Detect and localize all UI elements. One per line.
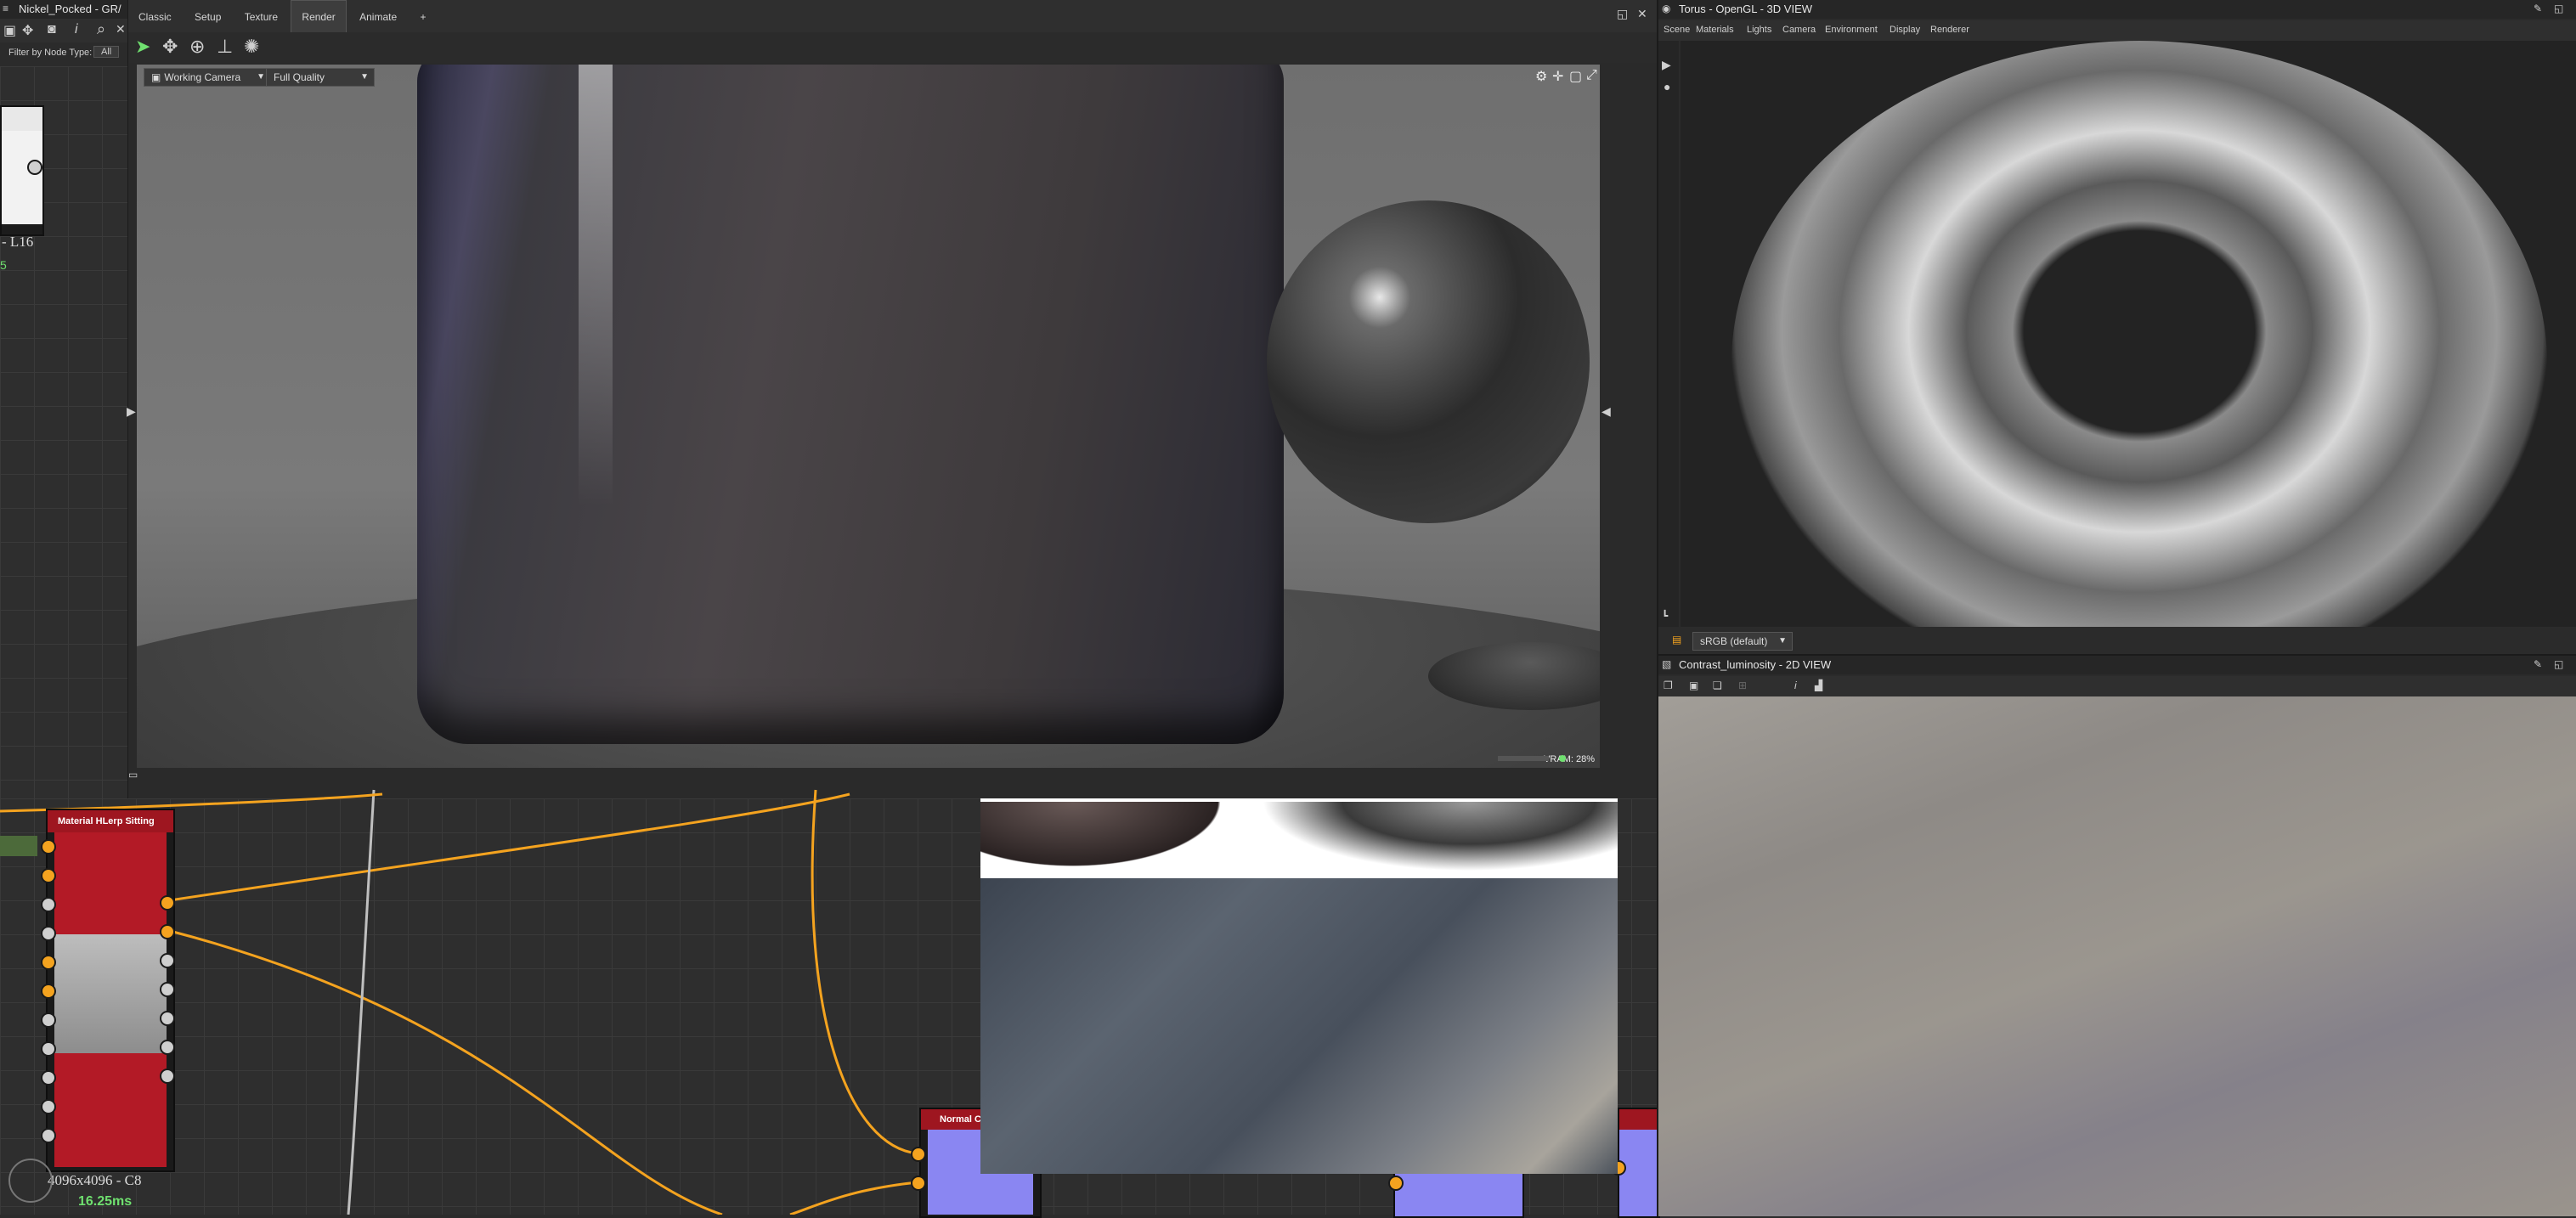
input-port[interactable] [1388,1176,1404,1191]
node-header: Material HLerp Sitting [48,810,173,832]
view3d-canvas[interactable] [1681,41,2576,627]
normal-node-2[interactable] [1393,1172,1524,1218]
view3d-titlebar: ◉ Torus - OpenGL - 3D VIEW ✎ ◱ [1658,0,2576,19]
colorspace-select[interactable]: sRGB (default) ▼ [1692,632,1793,651]
save-icon[interactable]: ▣ [1689,679,1698,691]
input-port[interactable] [41,984,56,999]
maximize-icon[interactable]: ◱ [2554,3,2563,14]
input-port[interactable] [41,1012,56,1028]
output-port[interactable] [160,953,175,968]
view3d-menu-environment[interactable]: Environment [1825,25,1878,35]
view3d-menu-display[interactable]: Display [1890,25,1920,35]
torus-model [1731,41,2547,627]
input-port[interactable] [41,1041,56,1057]
input-port[interactable] [41,1128,56,1143]
view3d-menu-renderer[interactable]: Renderer [1930,25,1969,35]
normal-node-title: Normal C [940,1114,981,1125]
material-hlerp-node[interactable]: Material HLerp Sitting [46,809,175,1172]
connection-wire[interactable] [169,929,723,1215]
info-icon[interactable]: i [1794,679,1797,691]
normal-node-3-header [1619,1109,1658,1130]
node-thumb-bottom [54,1053,167,1167]
duplicate-icon[interactable]: ❏ [1713,679,1722,691]
view2d-panel-icon: ▧ [1662,658,1672,670]
output-port[interactable] [160,1069,175,1084]
pin-icon[interactable]: ✎ [2534,658,2542,670]
input-port[interactable] [41,955,56,970]
node-timing: 16.25ms [78,1194,133,1209]
view3d-panel: ◉ Torus - OpenGL - 3D VIEW ✎ ◱ Scene Mat… [1657,0,2576,654]
input-port[interactable] [41,926,56,941]
histogram-icon[interactable]: ▟ [1815,679,1822,691]
connection-wire[interactable] [789,1181,918,1215]
view3d-title: Torus - OpenGL - 3D VIEW [1679,3,1813,15]
view3d-menu: Scene Materials Lights Camera Environmen… [1658,20,2576,41]
video-camera-icon[interactable]: ▶ [1662,58,1671,72]
thumbnail-preview [980,798,1618,1174]
tile-icon[interactable]: ⊞ [1738,679,1747,691]
pin-icon[interactable]: ✎ [2534,3,2542,14]
input-port[interactable] [41,1099,56,1114]
node-title: Material HLerp Sitting [58,816,155,826]
view3d-panel-icon: ◉ [1662,3,1671,14]
view2d-toolbar: ❐ ▣ ❏ ⊞ i ▟ [1658,676,2576,696]
chevron-down-icon: ▼ [1778,636,1787,646]
view3d-menu-lights[interactable]: Lights [1747,25,1771,35]
input-port[interactable] [41,868,56,883]
input-port[interactable] [41,1070,56,1085]
view3d-menu-scene[interactable]: Scene [1664,25,1690,35]
thumb-ring-render-2 [1246,802,1618,877]
substance-logo [8,1159,53,1203]
node-thumb-top [54,832,167,934]
light-bulb-icon[interactable]: ● [1664,80,1670,93]
input-port[interactable] [41,839,56,854]
copy-icon[interactable]: ❐ [1664,679,1673,691]
output-port[interactable] [160,1011,175,1026]
thumb-metal-texture [980,878,1618,1174]
output-port[interactable] [160,924,175,939]
view2d-panel: ▧ Contrast_luminosity - 2D VIEW ✎ ◱ ❐ ▣ … [1657,654,2576,1216]
view3d-footer: ▤ sRGB (default) ▼ [1658,627,2576,654]
view3d-sidebar: ▶ ● ┗ [1658,41,1679,627]
view2d-titlebar: ▧ Contrast_luminosity - 2D VIEW ✎ ◱ [1658,656,2576,674]
output-port[interactable] [160,1040,175,1055]
connection-wire[interactable] [811,789,918,1155]
thumb-ring-render [980,802,1244,877]
axis-icon: ┗ [1662,610,1669,622]
output-port[interactable] [160,982,175,997]
view3d-menu-materials[interactable]: Materials [1696,25,1734,35]
maximize-icon[interactable]: ◱ [2554,658,2563,670]
input-port[interactable] [911,1176,926,1191]
colorspace-value: sRGB (default) [1700,635,1768,647]
view3d-menu-camera[interactable]: Camera [1782,25,1816,35]
input-port[interactable] [911,1147,926,1162]
left-edge-node[interactable] [0,836,37,856]
node-thumb-mid [54,934,167,1053]
view2d-title: Contrast_luminosity - 2D VIEW [1679,658,1832,671]
view2d-canvas[interactable] [1658,696,2576,1216]
layers-icon: ▤ [1672,634,1682,646]
output-port[interactable] [160,895,175,911]
connection-wire[interactable] [169,792,850,902]
node-resolution: 4096x4096 - C8 [48,1172,142,1188]
input-port[interactable] [41,897,56,912]
